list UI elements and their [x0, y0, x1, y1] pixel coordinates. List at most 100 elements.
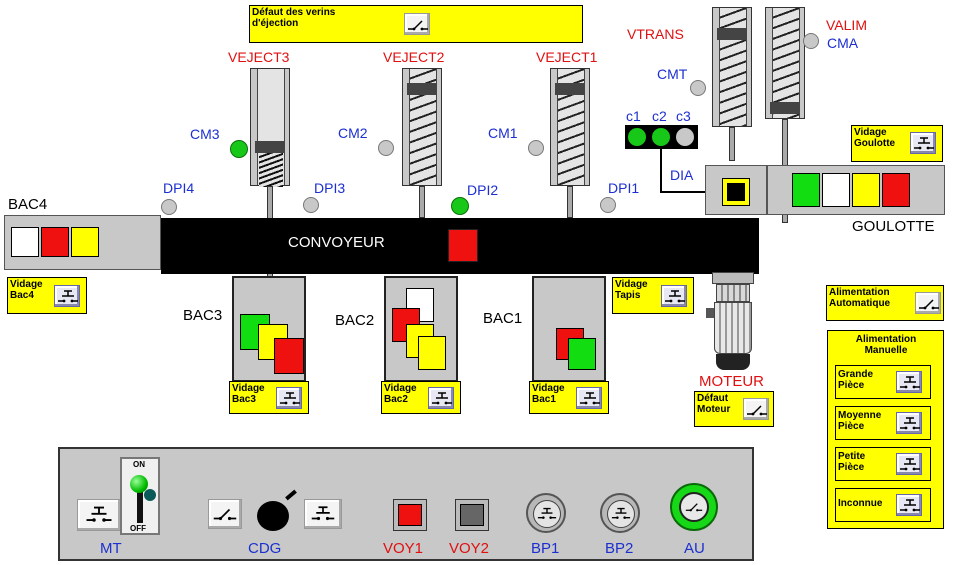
- grande-piece-box: Grande Pièce: [835, 365, 931, 399]
- cm1-label: CM1: [488, 125, 518, 141]
- c3-indicator: [676, 128, 694, 146]
- ejection-fault-switch[interactable]: [404, 13, 430, 35]
- mt-selector[interactable]: ON OFF: [120, 457, 160, 535]
- mt-label: MT: [100, 540, 122, 557]
- bac2-bin: [384, 276, 458, 382]
- motor: [706, 272, 760, 376]
- pushbutton-icon: [279, 391, 301, 407]
- c1-indicator: [628, 128, 646, 146]
- bac4-bin: [4, 215, 161, 270]
- vidage-bac4-button[interactable]: [54, 285, 80, 307]
- pushbutton-icon: [611, 506, 631, 522]
- vidage-goulotte-button[interactable]: [910, 132, 936, 154]
- petite-piece-button[interactable]: [896, 453, 922, 475]
- alim-auto-switch[interactable]: [915, 292, 941, 314]
- cm1-sensor: [528, 140, 544, 156]
- pushbutton-icon: [579, 391, 601, 407]
- veject1-label: VEJECT1: [536, 49, 598, 65]
- vidage-bac4-box: Vidage Bac4: [7, 277, 87, 314]
- bp2-label: BP2: [605, 540, 634, 557]
- voy1-lamp: [393, 499, 427, 531]
- switch-icon: [407, 17, 429, 33]
- cma-sensor: [803, 33, 819, 49]
- vidage-tapis-button[interactable]: [661, 285, 687, 307]
- dpi1-sensor: [600, 197, 616, 213]
- moyenne-piece-button[interactable]: [896, 412, 922, 434]
- cma-label: CMA: [827, 35, 859, 51]
- bac1-label: BAC1: [483, 310, 523, 327]
- bac3-label: BAC3: [183, 307, 223, 324]
- au-emergency-stop[interactable]: [670, 483, 718, 531]
- c2-indicator: [652, 128, 670, 146]
- color-sensor-bar: [625, 125, 698, 149]
- c3-label: c3: [676, 108, 691, 124]
- dpi4-label: DPI4: [163, 180, 195, 196]
- bac3-bin: [232, 276, 306, 382]
- veject2-label: VEJECT2: [383, 49, 445, 65]
- dia-block: [705, 165, 767, 215]
- valim-label: VALIM: [826, 17, 867, 33]
- ejection-fault-box: Défaut des verins d'éjection: [249, 5, 583, 43]
- voy1-label: VOY1: [383, 540, 424, 557]
- manual-feed-title: Alimentation Manuelle: [855, 334, 917, 356]
- veject1-rod: [567, 186, 573, 218]
- pushbutton-icon: [57, 289, 79, 305]
- bp1-button[interactable]: [526, 493, 566, 533]
- defaut-moteur-switch[interactable]: [743, 398, 769, 420]
- c1-label: c1: [626, 108, 641, 124]
- pushbutton-icon: [899, 375, 921, 391]
- ejection-fault-label: Défaut des verins d'éjection: [252, 7, 336, 29]
- vtrans-cylinder: [712, 7, 752, 127]
- control-panel: ON OFF MT CDG VOY1 VOY2 BP1 BP2 AU: [58, 447, 754, 561]
- dpi2-label: DPI2: [467, 182, 499, 198]
- vidage-bac1-box: Vidage Bac1: [529, 381, 609, 414]
- voy2-label: VOY2: [449, 540, 490, 557]
- vidage-bac1-button[interactable]: [576, 387, 602, 409]
- pushbutton-icon: [899, 498, 921, 514]
- pushbutton-icon: [913, 136, 935, 152]
- alim-auto-box: Alimentation Automatique: [826, 285, 944, 321]
- switch-icon: [918, 296, 940, 312]
- inconnue-box: Inconnue: [835, 488, 931, 522]
- valim-cylinder: [765, 7, 805, 119]
- color-sensor-wire: [660, 149, 662, 193]
- vtrans-rod: [729, 127, 735, 161]
- vtrans-label: VTRANS: [627, 26, 684, 42]
- conveyor-label: CONVOYEUR: [288, 234, 385, 251]
- dpi1-label: DPI1: [608, 180, 640, 196]
- vidage-tapis-box: Vidage Tapis: [612, 277, 694, 314]
- switch-icon: [685, 500, 703, 514]
- bac4-label: BAC4: [8, 196, 48, 213]
- grande-piece-button[interactable]: [896, 371, 922, 393]
- cm3-sensor: [230, 140, 248, 158]
- veject2-rod: [419, 186, 425, 218]
- inconnue-button[interactable]: [896, 494, 922, 516]
- cm2-sensor: [378, 140, 394, 156]
- vidage-bac2-button[interactable]: [428, 387, 454, 409]
- dpi4-sensor: [161, 199, 177, 215]
- mt-on-label: ON: [133, 460, 145, 469]
- cdg-pushbutton[interactable]: [304, 499, 342, 529]
- goulotte-chute: [767, 165, 945, 215]
- vidage-bac2-box: Vidage Bac2: [381, 381, 461, 414]
- cdg-switch-left[interactable]: [208, 499, 242, 529]
- cmt-label: CMT: [657, 66, 688, 82]
- veject3-cylinder: [250, 68, 290, 187]
- mt-pushbutton[interactable]: [77, 499, 121, 531]
- pushbutton-icon: [81, 505, 117, 525]
- moyenne-piece-box: Moyenne Pièce: [835, 406, 931, 440]
- defaut-moteur-box: Défaut Moteur: [694, 391, 774, 427]
- bp2-button[interactable]: [600, 493, 640, 533]
- mt-off-label: OFF: [130, 524, 146, 533]
- pushbutton-icon: [899, 416, 921, 432]
- vidage-bac3-button[interactable]: [276, 387, 302, 409]
- conveyor-piece: [448, 229, 478, 262]
- bac2-label: BAC2: [335, 312, 375, 329]
- dpi2-sensor: [451, 197, 469, 215]
- vidage-bac3-box: Vidage Bac3: [229, 381, 309, 414]
- c2-label: c2: [652, 108, 667, 124]
- bp1-label: BP1: [531, 540, 560, 557]
- manual-feed-panel: Alimentation Manuelle Grande Pièce Moyen…: [827, 330, 944, 529]
- pushbutton-icon: [664, 289, 686, 305]
- dia-label: DIA: [670, 167, 694, 183]
